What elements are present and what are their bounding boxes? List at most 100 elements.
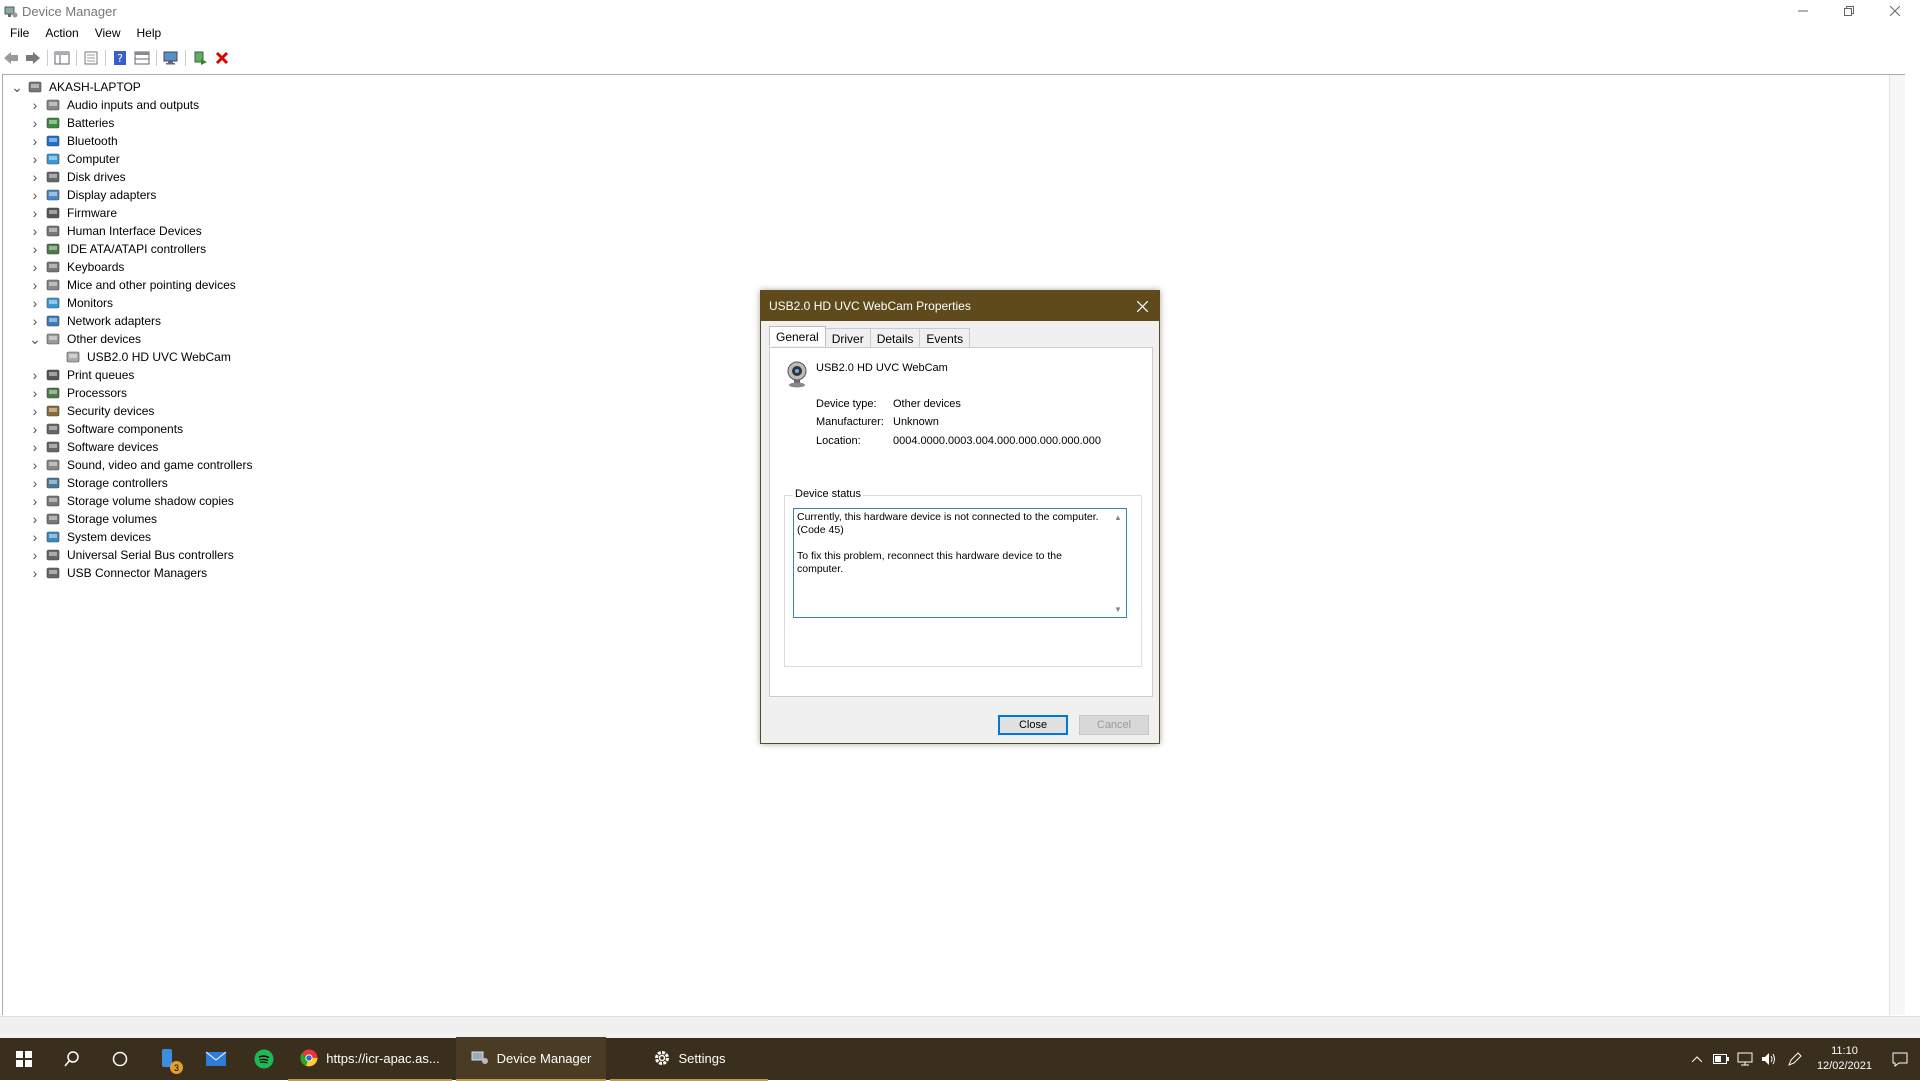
chevron-right-icon[interactable]: › — [29, 529, 41, 545]
tree-category[interactable]: › Network adapters — [29, 312, 161, 330]
chevron-down-icon[interactable]: ⌄ — [11, 79, 23, 95]
tree-root-computer[interactable]: ⌄ AKASH-LAPTOP — [11, 78, 141, 96]
tree-category[interactable]: › Security devices — [29, 402, 155, 420]
show-hidden-icons-button[interactable] — [1685, 1038, 1709, 1080]
back-button[interactable] — [0, 47, 22, 69]
chevron-right-icon[interactable]: › — [29, 439, 41, 455]
chevron-right-icon[interactable]: › — [29, 205, 41, 221]
cancel-button[interactable]: Cancel — [1079, 715, 1149, 735]
tree-category[interactable]: › Batteries — [29, 114, 115, 132]
tree-category[interactable]: › Storage volume shadow copies — [29, 492, 234, 510]
battery-tray-icon-button[interactable] — [1709, 1038, 1733, 1080]
tab-details[interactable]: Details — [869, 328, 921, 348]
chevron-right-icon[interactable]: › — [29, 457, 41, 473]
tree-category[interactable]: › System devices — [29, 528, 151, 546]
tree-category[interactable]: › Mice and other pointing devices — [29, 276, 236, 294]
tree-category[interactable]: › Processors — [29, 384, 127, 402]
clock[interactable]: 11:10 12/02/2021 — [1809, 1044, 1880, 1074]
chevron-right-icon[interactable]: › — [29, 403, 41, 419]
chevron-right-icon[interactable]: › — [29, 421, 41, 437]
chevron-right-icon[interactable]: › — [29, 277, 41, 293]
tree-category[interactable]: › Display adapters — [29, 186, 157, 204]
view-pane-button[interactable] — [131, 47, 153, 69]
tree-category[interactable]: › Storage volumes — [29, 510, 157, 528]
tree-category[interactable]: › Audio inputs and outputs — [29, 96, 199, 114]
chevron-right-icon[interactable]: › — [29, 223, 41, 239]
device-status-textbox[interactable]: Currently, this hardware device is not c… — [793, 508, 1127, 618]
tree-category[interactable]: › Human Interface Devices — [29, 222, 202, 240]
tab-events[interactable]: Events — [919, 328, 971, 348]
tree-category[interactable]: › Keyboards — [29, 258, 125, 276]
taskbar-app-spotify[interactable] — [240, 1038, 288, 1080]
chevron-right-icon[interactable]: › — [29, 511, 41, 527]
volume-tray-button[interactable] — [1757, 1038, 1781, 1080]
tree-category[interactable]: › Disk drives — [29, 168, 126, 186]
chevron-right-icon[interactable]: › — [29, 115, 41, 131]
chevron-right-icon[interactable]: › — [29, 547, 41, 563]
menu-view[interactable]: View — [89, 24, 127, 44]
chevron-right-icon[interactable]: › — [29, 187, 41, 203]
chevron-down-icon[interactable]: ⌄ — [29, 331, 41, 347]
chevron-right-icon[interactable]: › — [29, 385, 41, 401]
chevron-right-icon[interactable]: › — [29, 295, 41, 311]
properties-icon — [84, 51, 98, 65]
taskbar-app-chrome[interactable]: https://icr-apac.as... — [288, 1037, 452, 1081]
uninstall-device-button[interactable] — [211, 47, 233, 69]
forward-button[interactable] — [22, 47, 44, 69]
chevron-right-icon[interactable]: › — [29, 151, 41, 167]
scroll-down-icon[interactable]: ▼ — [1112, 603, 1124, 615]
close-button[interactable]: Close — [998, 715, 1068, 735]
tree-category[interactable]: › Universal Serial Bus controllers — [29, 546, 234, 564]
tree-category[interactable]: › USB Connector Managers — [29, 564, 207, 582]
menu-file[interactable]: File — [4, 24, 35, 44]
tree-category[interactable]: › Bluetooth — [29, 132, 118, 150]
tree-category[interactable]: › Software devices — [29, 438, 159, 456]
action-center-button[interactable] — [1880, 1038, 1920, 1080]
tree-category[interactable]: › Software components — [29, 420, 183, 438]
tree-category[interactable]: › Sound, video and game controllers — [29, 456, 253, 474]
tree-scrollbar[interactable] — [1889, 75, 1905, 1015]
tab-general[interactable]: General — [769, 326, 826, 346]
update-driver-button[interactable] — [189, 47, 211, 69]
dialog-close-button[interactable] — [1131, 295, 1153, 317]
chevron-right-icon[interactable]: › — [29, 493, 41, 509]
chevron-right-icon[interactable]: › — [29, 565, 41, 581]
start-button[interactable] — [0, 1038, 48, 1080]
show-hide-console-tree-button[interactable] — [51, 47, 73, 69]
chevron-right-icon[interactable]: › — [29, 313, 41, 329]
properties-button[interactable] — [80, 47, 102, 69]
chevron-right-icon[interactable]: › — [29, 241, 41, 257]
tree-category[interactable]: ⌄ Other devices — [29, 330, 141, 348]
help-button[interactable]: ? — [109, 47, 131, 69]
chevron-right-icon[interactable]: › — [29, 133, 41, 149]
scroll-up-icon[interactable]: ▲ — [1112, 511, 1124, 523]
taskbar-app-mail[interactable] — [192, 1038, 240, 1080]
restore-button[interactable] — [1826, 0, 1872, 22]
menu-action[interactable]: Action — [39, 24, 84, 44]
pen-workspace-button[interactable] — [1781, 1038, 1809, 1080]
tree-category[interactable]: › Computer — [29, 150, 120, 168]
chevron-right-icon[interactable]: › — [29, 169, 41, 185]
cortana-button[interactable] — [96, 1038, 144, 1080]
taskbar-app-device-manager[interactable]: Device Manager — [456, 1037, 606, 1081]
chevron-right-icon[interactable]: › — [29, 97, 41, 113]
menu-help[interactable]: Help — [131, 24, 168, 44]
chevron-right-icon[interactable]: › — [29, 475, 41, 491]
tree-item-label: Bluetooth — [67, 134, 118, 148]
tree-device[interactable]: USB2.0 HD UVC WebCam — [49, 348, 231, 366]
network-tray-button[interactable] — [1733, 1038, 1757, 1080]
taskbar-app-phone[interactable]: 3 — [144, 1038, 192, 1080]
chevron-right-icon[interactable]: › — [29, 367, 41, 383]
chevron-right-icon[interactable]: › — [29, 259, 41, 275]
taskbar-app-settings[interactable]: Settings — [610, 1037, 768, 1081]
tree-category[interactable]: › Firmware — [29, 204, 117, 222]
search-button[interactable] — [48, 1038, 96, 1080]
tree-category[interactable]: › Monitors — [29, 294, 113, 312]
tree-category[interactable]: › IDE ATA/ATAPI controllers — [29, 240, 207, 258]
tree-category[interactable]: › Print queues — [29, 366, 135, 384]
minimize-button[interactable] — [1780, 0, 1826, 22]
tab-driver[interactable]: Driver — [824, 328, 871, 348]
window-close-button[interactable] — [1872, 0, 1918, 22]
scan-hardware-button[interactable] — [160, 47, 182, 69]
tree-category[interactable]: › Storage controllers — [29, 474, 168, 492]
